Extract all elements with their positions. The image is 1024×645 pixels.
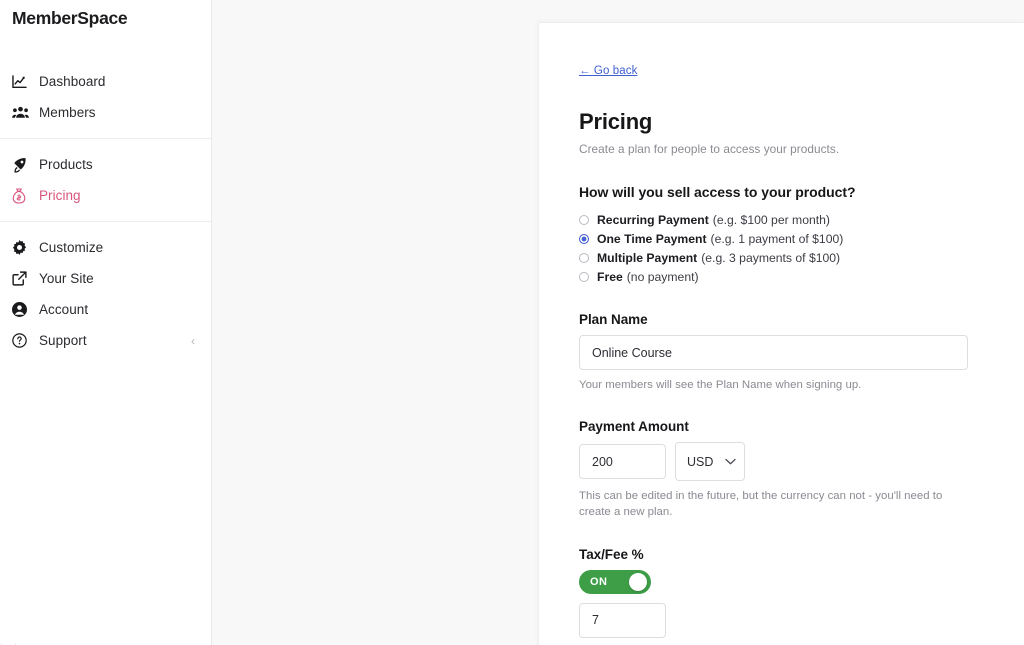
external-link-icon bbox=[12, 270, 32, 288]
sidebar-item-products[interactable]: Products bbox=[0, 149, 211, 180]
user-circle-icon bbox=[12, 301, 32, 319]
chevron-left-icon[interactable]: ‹ bbox=[191, 335, 195, 347]
page-title: Pricing bbox=[579, 109, 1024, 135]
payment-type-radio-group: Recurring Payment (e.g. $100 per month) … bbox=[579, 210, 1024, 286]
radio-option-hint: (e.g. $100 per month) bbox=[713, 213, 830, 227]
sidebar-item-your-site[interactable]: Your Site bbox=[0, 263, 211, 294]
sidebar-item-members[interactable]: Members bbox=[0, 97, 211, 128]
page-subtitle: Create a plan for people to access your … bbox=[579, 142, 1024, 156]
people-group-icon bbox=[12, 104, 32, 122]
pricing-panel: ← Go back Pricing Create a plan for peop… bbox=[538, 22, 1024, 645]
sidebar-item-customize[interactable]: Customize bbox=[0, 232, 211, 263]
radio-indicator[interactable] bbox=[579, 272, 589, 282]
sidebar-item-label: Customize bbox=[39, 240, 103, 255]
sidebar-group-main: Dashboard Members bbox=[0, 66, 211, 128]
radio-option-hint: (no payment) bbox=[627, 270, 699, 284]
radio-option-title: Free bbox=[597, 270, 623, 284]
sidebar-item-label: Support bbox=[39, 333, 87, 348]
sidebar-divider bbox=[0, 138, 211, 139]
brand-name: MemberSpace bbox=[12, 10, 127, 28]
currency-select-wrap: USD bbox=[675, 442, 745, 481]
radio-option-free[interactable]: Free (no payment) bbox=[579, 267, 1024, 286]
sidebar-item-label: Account bbox=[39, 302, 88, 317]
sidebar-item-label: Dashboard bbox=[39, 74, 106, 89]
radio-indicator[interactable] bbox=[579, 215, 589, 225]
sidebar-item-pricing[interactable]: Pricing bbox=[0, 180, 211, 211]
payment-amount-input[interactable] bbox=[579, 444, 666, 479]
radio-option-title: Recurring Payment bbox=[597, 213, 709, 227]
radio-option-hint: (e.g. 1 payment of $100) bbox=[711, 232, 844, 246]
tax-fee-label: Tax/Fee % bbox=[579, 547, 1024, 562]
sidebar-item-label: Members bbox=[39, 105, 96, 120]
radio-option-multiple-payment[interactable]: Multiple Payment (e.g. 3 payments of $10… bbox=[579, 248, 1024, 267]
currency-select[interactable]: USD bbox=[675, 442, 745, 481]
plan-name-label: Plan Name bbox=[579, 312, 1024, 327]
sidebar-item-dashboard[interactable]: Dashboard bbox=[0, 66, 211, 97]
sidebar-item-label: Your Site bbox=[39, 271, 94, 286]
tax-fee-input[interactable] bbox=[579, 603, 666, 638]
go-back-link[interactable]: ← Go back bbox=[579, 65, 637, 77]
sidebar-divider bbox=[0, 221, 211, 222]
radio-indicator[interactable] bbox=[579, 253, 589, 263]
tax-fee-toggle-state: ON bbox=[590, 576, 607, 588]
sell-access-question: How will you sell access to your product… bbox=[579, 184, 1024, 200]
sidebar: MemberSpace Dashboard bbox=[0, 0, 212, 645]
money-bag-icon bbox=[12, 187, 32, 205]
radio-indicator[interactable] bbox=[579, 234, 589, 244]
plan-name-field-block: Plan Name Your members will see the Plan… bbox=[579, 312, 1024, 393]
toggle-knob bbox=[629, 573, 647, 591]
gear-icon bbox=[12, 239, 32, 257]
payment-amount-label: Payment Amount bbox=[579, 419, 1024, 434]
brand-logo[interactable]: MemberSpace bbox=[0, 4, 211, 34]
rocket-icon bbox=[12, 156, 32, 174]
sidebar-group-settings: Customize Your Site bbox=[0, 232, 211, 356]
question-circle-icon bbox=[12, 332, 32, 350]
app-root: MemberSpace Dashboard bbox=[0, 0, 1024, 645]
sidebar-item-support[interactable]: Support ‹ bbox=[0, 325, 211, 356]
radio-option-title: Multiple Payment bbox=[597, 251, 697, 265]
sidebar-item-account[interactable]: Account bbox=[0, 294, 211, 325]
radio-option-title: One Time Payment bbox=[597, 232, 707, 246]
plan-name-help: Your members will see the Plan Name when… bbox=[579, 377, 969, 393]
radio-option-hint: (e.g. 3 payments of $100) bbox=[701, 251, 840, 265]
radio-option-one-time-payment[interactable]: One Time Payment (e.g. 1 payment of $100… bbox=[579, 229, 1024, 248]
sidebar-item-label: Pricing bbox=[39, 188, 81, 203]
tax-fee-toggle[interactable]: ON bbox=[579, 570, 651, 594]
chart-line-icon bbox=[12, 73, 32, 91]
main-canvas: ← Go back Pricing Create a plan for peop… bbox=[212, 0, 1024, 645]
payment-amount-field-block: Payment Amount USD bbox=[579, 419, 1024, 520]
payment-amount-help: This can be edited in the future, but th… bbox=[579, 488, 971, 520]
radio-option-recurring-payment[interactable]: Recurring Payment (e.g. $100 per month) bbox=[579, 210, 1024, 229]
plan-name-input[interactable] bbox=[579, 335, 968, 370]
sidebar-group-catalog: Products Pricing bbox=[0, 149, 211, 211]
tax-fee-field-block: Tax/Fee % ON This is optional. The Tax/F… bbox=[579, 547, 1024, 645]
sidebar-item-label: Products bbox=[39, 157, 93, 172]
